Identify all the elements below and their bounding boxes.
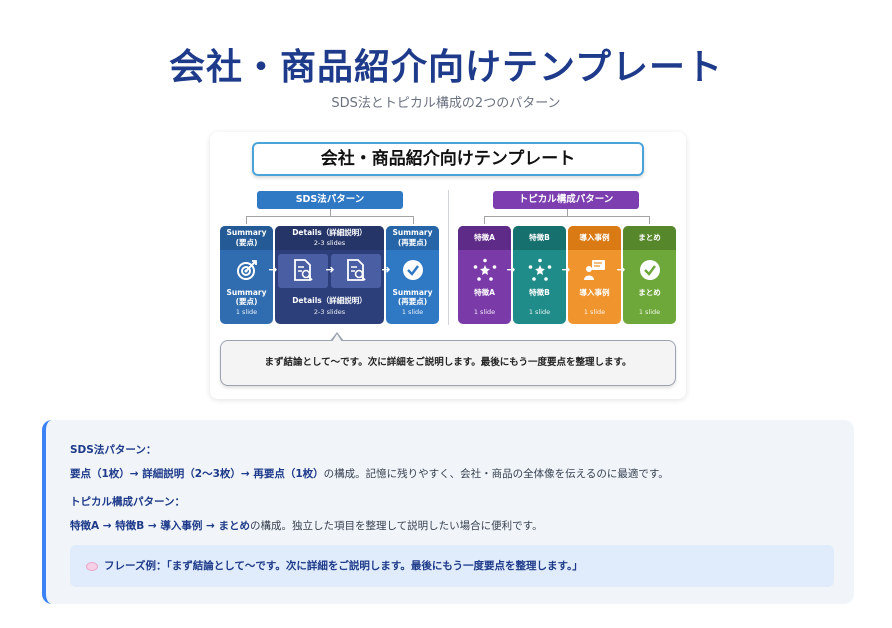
document-search-icon bbox=[291, 258, 315, 284]
sds-description: 要点（1枚）→ 詳細説明（2〜3枚）→ 再要点（1枚）の構成。記憶に残りやすく、… bbox=[70, 466, 669, 481]
step-slide-count: 2-3 slides bbox=[313, 308, 346, 316]
arrow-right-icon: ➜ bbox=[506, 263, 516, 276]
template-diagram: 会社・商品紹介向けテンプレート SDS法パターン トピカル構成パターン Summ… bbox=[210, 132, 686, 399]
network-star-icon bbox=[472, 258, 498, 284]
step-header: 特徴B bbox=[513, 226, 566, 250]
speech-bubble-tail-fill bbox=[332, 334, 342, 342]
step-header: Summary (再要点) bbox=[386, 226, 439, 250]
diagram-title: 会社・商品紹介向けテンプレート bbox=[252, 142, 644, 176]
arrow-right-icon: ➜ bbox=[616, 263, 626, 276]
step-header-sub: 2-3 slides bbox=[313, 239, 346, 247]
step-name: Summary (再要点) bbox=[392, 288, 433, 306]
step-name: Details（詳細説明） bbox=[292, 296, 367, 305]
step-slide-count: 1 slide bbox=[583, 308, 606, 316]
step-header-label: Details（詳細説明） bbox=[292, 228, 367, 237]
step-name: まとめ bbox=[638, 288, 661, 297]
phrase-example: フレーズ例：「まず結論として〜です。次に詳細をご説明します。最後にもう一度要点を… bbox=[70, 545, 834, 587]
check-circle-icon bbox=[400, 258, 426, 284]
step-name: 導入事例 bbox=[579, 288, 610, 297]
document-search-icon bbox=[344, 258, 368, 284]
step-header-label: Summary (再要点) bbox=[392, 228, 433, 247]
step-slide-count: 1 slide bbox=[638, 308, 661, 316]
step-header-label: Summary (要点) bbox=[226, 228, 267, 247]
topical-step-case-study: 導入事例 導入事例 1 slide bbox=[568, 226, 621, 324]
topical-description: 特徴A → 特徴B → 導入事例 → まとめの構成。独立した項目を整理して説明し… bbox=[70, 518, 543, 533]
arrow-right-icon: ➜ bbox=[325, 263, 335, 276]
sds-pattern-label: SDS法パターン bbox=[257, 191, 403, 209]
topical-pattern-label: トピカル構成パターン bbox=[493, 191, 639, 209]
topical-desc-text: の構成。独立した項目を整理して説明したい場合に便利です。 bbox=[249, 520, 543, 532]
topical-flow: 特徴A → 特徴B → 導入事例 → まとめ bbox=[70, 520, 250, 532]
sds-flow: 要点（1枚）→ 詳細説明（2〜3枚）→ 再要点（1枚） bbox=[70, 468, 324, 480]
sds-heading: SDS法パターン： bbox=[70, 444, 157, 456]
arrow-right-icon: ➜ bbox=[561, 263, 571, 276]
step-slide-count: 1 slide bbox=[401, 308, 424, 316]
step-slide-count: 1 slide bbox=[528, 308, 551, 316]
step-header: 導入事例 bbox=[568, 226, 621, 250]
speech-bubble-icon bbox=[86, 561, 98, 571]
phrase-label: フレーズ例： bbox=[104, 560, 167, 572]
sds-desc-text: の構成。記憶に残りやすく、会社・商品の全体像を伝えるのに最適です。 bbox=[323, 468, 669, 480]
arrow-right-icon: ➜ bbox=[268, 263, 278, 276]
check-circle-icon bbox=[637, 258, 663, 284]
topical-step-summary: まとめ まとめ 1 slide bbox=[623, 226, 676, 324]
sds-step-summary: Summary (要点) Summary (要点) 1 slide bbox=[220, 226, 273, 324]
topical-connector bbox=[484, 209, 650, 224]
step-slide-count: 1 slide bbox=[473, 308, 496, 316]
page-subtitle: SDS法とトピカル構成の2つのパターン bbox=[331, 96, 561, 111]
presenter-icon bbox=[582, 258, 608, 284]
step-header: Summary (要点) bbox=[220, 226, 273, 250]
step-slide-count: 1 slide bbox=[235, 308, 258, 316]
network-star-icon bbox=[527, 258, 553, 284]
speech-bubble: まず結論として〜です。次に詳細をご説明します。最後にもう一度要点を整理します。 bbox=[220, 340, 676, 386]
step-name: 特徴A bbox=[474, 288, 495, 297]
section-divider bbox=[448, 190, 449, 325]
topical-heading: トピカル構成パターン： bbox=[70, 496, 185, 508]
phrase-text: 「まず結論として〜です。次に詳細をご説明します。最後にもう一度要点を整理します。… bbox=[166, 560, 583, 572]
topical-step-feature-b: 特徴B 特徴B 1 slide bbox=[513, 226, 566, 324]
step-header: Details（詳細説明） 2-3 slides bbox=[275, 226, 384, 250]
target-icon bbox=[234, 258, 260, 284]
step-header: まとめ bbox=[623, 226, 676, 250]
info-panel: SDS法パターン： 要点（1枚）→ 詳細説明（2〜3枚）→ 再要点（1枚）の構成… bbox=[42, 420, 854, 604]
page-title: 会社・商品紹介向けテンプレート bbox=[169, 47, 723, 88]
sds-step-summary-again: Summary (再要点) Summary (再要点) 1 slide bbox=[386, 226, 439, 324]
arrow-right-icon: ➜ bbox=[381, 263, 391, 276]
topical-step-feature-a: 特徴A 特徴A 1 slide bbox=[458, 226, 511, 324]
step-name: 特徴B bbox=[529, 288, 550, 297]
step-name: Summary (要点) bbox=[226, 288, 267, 306]
sds-connector bbox=[246, 209, 414, 224]
step-header: 特徴A bbox=[458, 226, 511, 250]
